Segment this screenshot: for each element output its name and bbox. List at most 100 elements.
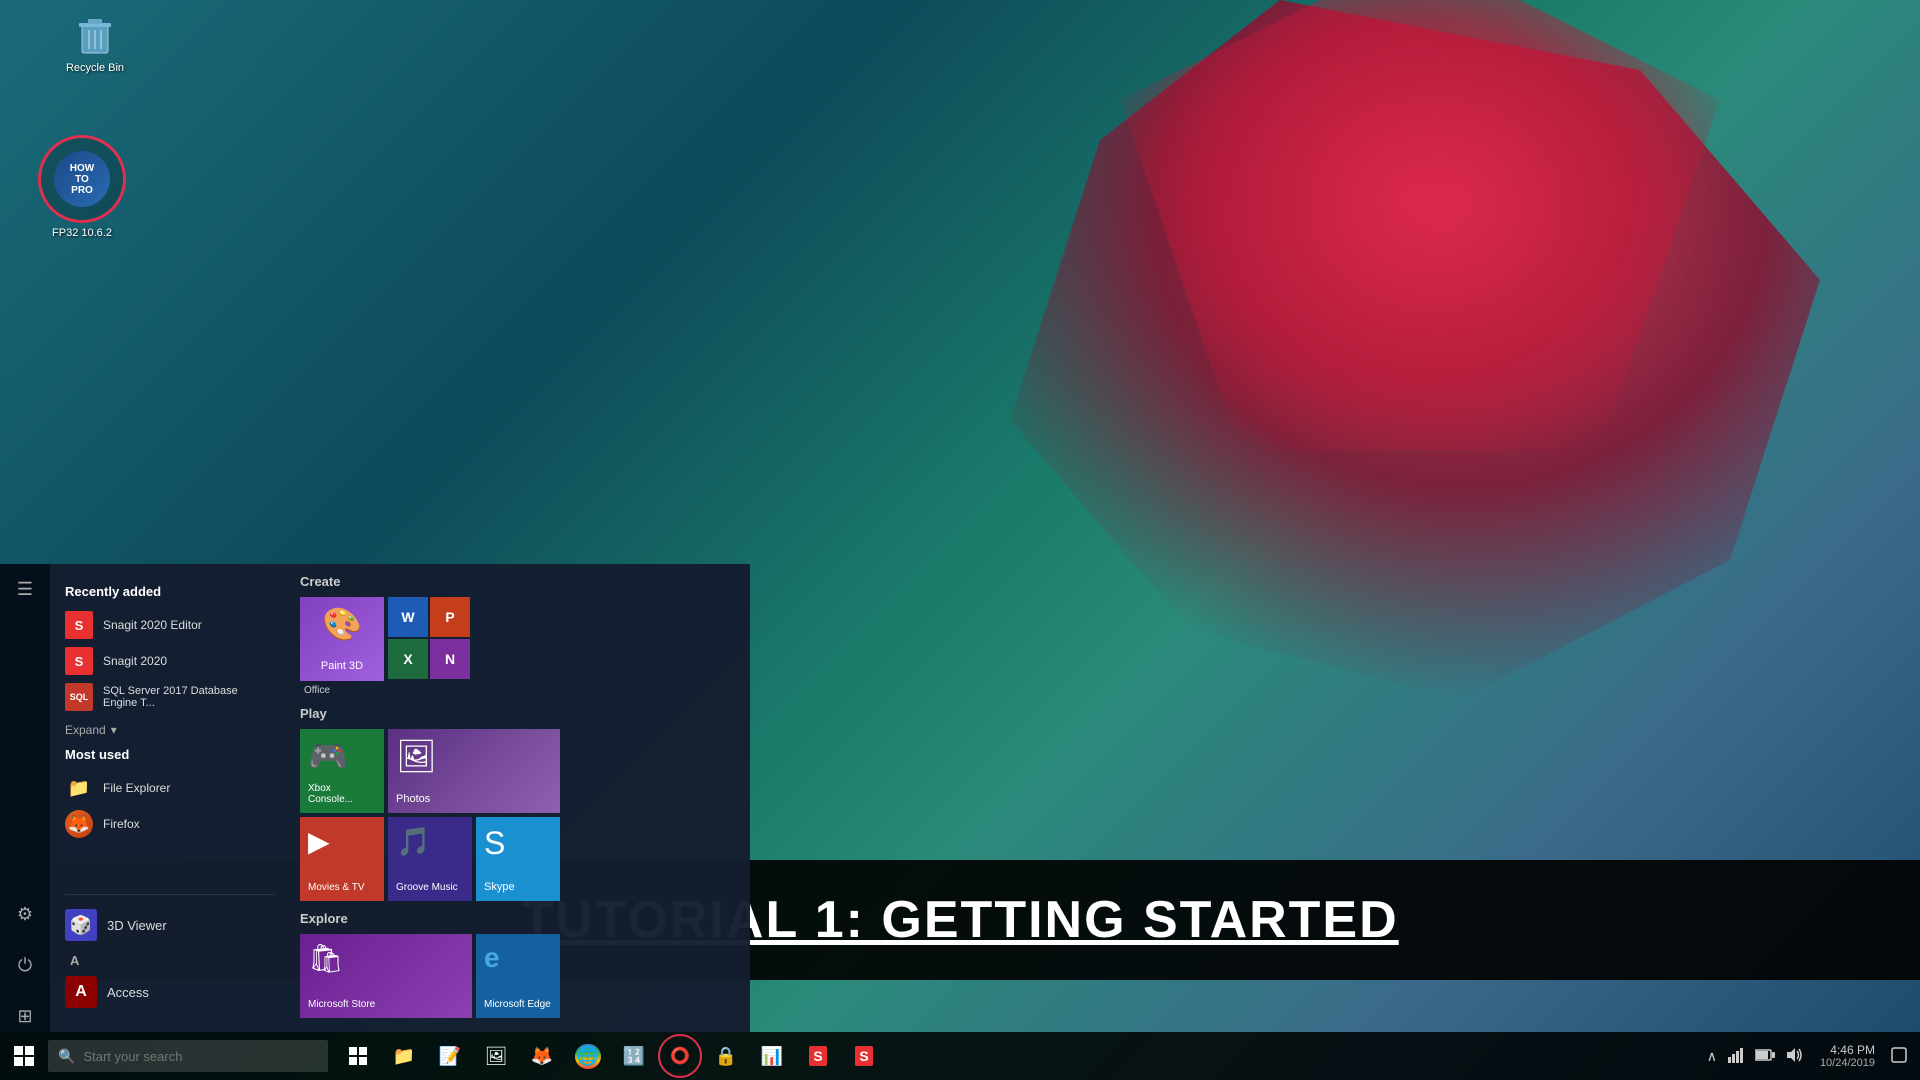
movies-tv-tile[interactable]: ▶ Movies & TV [300, 817, 384, 901]
movies-tv-icon: ▶ [308, 825, 330, 858]
create-section: Create 🎨 Paint 3D W [300, 574, 740, 696]
microsoft-edge-tile[interactable]: e Microsoft Edge [476, 934, 560, 1018]
chrome-taskbar-button[interactable]: 🌐 [566, 1034, 610, 1078]
notification-icon[interactable] [1888, 1044, 1910, 1069]
start-button[interactable] [0, 1032, 48, 1080]
skype-tile[interactable]: S Skype [476, 817, 560, 901]
tutorial-subtitle: GETTING STARTED [881, 891, 1398, 949]
excel-tile[interactable]: X [388, 639, 428, 679]
sql-server-label: SQL Server 2017 Database Engine T... [103, 685, 275, 709]
search-input[interactable] [83, 1049, 318, 1064]
firefox-item[interactable]: 🦊 Firefox [65, 806, 275, 842]
taskbar-search[interactable]: 🔍 [48, 1040, 328, 1072]
explore-tiles-row: 🛍 Microsoft Store e Microsoft Edge [300, 934, 740, 1018]
firefox-taskbar-button[interactable]: 🦊 [520, 1034, 564, 1078]
snagit-icon: S [65, 647, 93, 675]
battery-icon[interactable] [1752, 1045, 1778, 1068]
create-tiles-row: 🎨 Paint 3D W P [300, 597, 740, 681]
xbox-tile[interactable]: 🎮 Xbox Console... [300, 729, 384, 813]
recently-added-title: Recently added [65, 584, 275, 599]
snagit-editor-item[interactable]: S Snagit 2020 Editor [65, 607, 275, 643]
file-explorer-icon: 📁 [65, 774, 93, 802]
most-used-section: Most used 📁 File Explorer 🦊 Firefox [50, 737, 290, 842]
file-explorer-taskbar-button[interactable]: 📁 [382, 1034, 426, 1078]
file-explorer-label: File Explorer [103, 781, 170, 795]
firefox-label: Firefox [103, 817, 140, 831]
taskbar-icons: 📁 📝 🖼 🦊 🌐 🔢 ⭕ 🔒 📊 [336, 1034, 886, 1078]
word-tile[interactable]: W [388, 597, 428, 637]
taskbar: 🔍 📁 📝 🖼 🦊 🌐 [0, 1032, 1920, 1080]
settings-icon[interactable]: ⚙ [12, 899, 38, 930]
movies-tv-label: Movies & TV [308, 882, 365, 893]
xbox-icon: 🎮 [308, 737, 348, 775]
office-tile-group: W P X N [388, 597, 470, 681]
paint3d-tile[interactable]: 🎨 Paint 3D [300, 597, 384, 681]
snagit2-taskbar-button[interactable]: S [842, 1034, 886, 1078]
explore-section: Explore 🛍 Microsoft Store e Microsoft Ed… [300, 911, 740, 1018]
sql-server-icon: SQL [65, 683, 93, 711]
speaker-icon[interactable] [1783, 1044, 1807, 1069]
photos-tile[interactable]: 🖼 Photos [388, 729, 560, 813]
snagit-item[interactable]: S Snagit 2020 [65, 643, 275, 679]
3d-viewer-icon: 🎲 [65, 909, 97, 941]
fp32-label: FP32 10.6.2 [52, 227, 112, 239]
skype-icon: S [484, 825, 505, 862]
app-list-bottom: 🎲 3D Viewer A A Access [50, 884, 290, 1022]
power-icon[interactable]: ⏻ [13, 950, 37, 981]
expand-chevron-icon: ▾ [111, 723, 117, 737]
3d-viewer-item[interactable]: 🎲 3D Viewer [65, 905, 275, 945]
start-app-list: Recently added S Snagit 2020 Editor S Sn… [50, 564, 290, 1032]
play-title: Play [300, 706, 740, 721]
office-tile-label: Office [304, 685, 740, 696]
system-time[interactable]: 4:46 PM 10/24/2019 [1812, 1043, 1883, 1069]
app-button-1[interactable]: 🔒 [704, 1034, 748, 1078]
play-tiles-row-2: ▶ Movies & TV 🎵 Groove Music S Skype [300, 817, 740, 901]
hamburger-menu-icon[interactable]: ☰ [12, 574, 38, 605]
paint3d-icon: 🎨 [322, 605, 362, 643]
start-tiles-area: Create 🎨 Paint 3D W [290, 564, 750, 1032]
play-tiles-row-1: 🎮 Xbox Console... 🖼 Photos [300, 729, 740, 813]
sql-server-item[interactable]: SQL SQL Server 2017 Database Engine T... [65, 679, 275, 715]
calculator-taskbar-button[interactable]: 🔢 [612, 1034, 656, 1078]
access-item[interactable]: A Access [65, 972, 275, 1012]
groove-music-label: Groove Music [396, 882, 458, 893]
file-explorer-item[interactable]: 📁 File Explorer [65, 770, 275, 806]
access-label: Access [107, 985, 149, 1000]
photos-taskbar-button[interactable]: 🖼 [474, 1034, 518, 1078]
start-windows-icon[interactable]: ⊞ [12, 1001, 37, 1032]
access-icon: A [65, 976, 97, 1008]
tray-chevron-icon[interactable]: ∧ [1704, 1045, 1720, 1068]
recycle-bin-icon[interactable]: Recycle Bin [55, 10, 135, 74]
microsoft-edge-label: Microsoft Edge [484, 999, 551, 1010]
onenote-tile[interactable]: N [430, 639, 470, 679]
paint3d-label: Paint 3D [321, 660, 363, 673]
recycle-bin-label: Recycle Bin [66, 62, 124, 74]
microsoft-store-tile[interactable]: 🛍 Microsoft Store [300, 934, 472, 1018]
microsoft-store-icon: 🛍 [308, 942, 344, 975]
snagit-editor-label: Snagit 2020 Editor [103, 618, 202, 632]
3d-viewer-label: 3D Viewer [107, 918, 167, 933]
highlighted-app-button[interactable]: ⭕ [658, 1034, 702, 1078]
explore-title: Explore [300, 911, 740, 926]
play-section: Play 🎮 Xbox Console... 🖼 Photos [300, 706, 740, 901]
network-icon[interactable] [1725, 1044, 1747, 1069]
taskbar-tray: ∧ 4:46 PM 10/24/2019 [1704, 1043, 1920, 1069]
task-view-button[interactable] [336, 1034, 380, 1078]
photos-label: Photos [396, 793, 430, 805]
start-left-strip: ☰ ⚙ ⏻ ⊞ [0, 564, 50, 1032]
skype-label: Skype [484, 881, 515, 893]
microsoft-edge-icon: e [484, 942, 500, 974]
expand-button[interactable]: Expand ▾ [65, 723, 275, 737]
photos-icon: 🖼 [396, 737, 437, 775]
app-button-2[interactable]: 📊 [750, 1034, 794, 1078]
snagit-taskbar-button[interactable]: S [796, 1034, 840, 1078]
sticky-notes-button[interactable]: 📝 [428, 1034, 472, 1078]
groove-music-tile[interactable]: 🎵 Groove Music [388, 817, 472, 901]
fp32-icon[interactable]: HOWTOPRO FP32 10.6.2 [42, 135, 122, 239]
groove-music-icon: 🎵 [396, 825, 431, 858]
powerpoint-tile[interactable]: P [430, 597, 470, 637]
start-menu: ☰ ⚙ ⏻ ⊞ Recently added S Snagit 2020 Edi… [0, 564, 750, 1032]
start-content: Recently added S Snagit 2020 Editor S Sn… [50, 564, 750, 1032]
microsoft-store-label: Microsoft Store [308, 999, 375, 1010]
search-icon: 🔍 [58, 1048, 75, 1065]
